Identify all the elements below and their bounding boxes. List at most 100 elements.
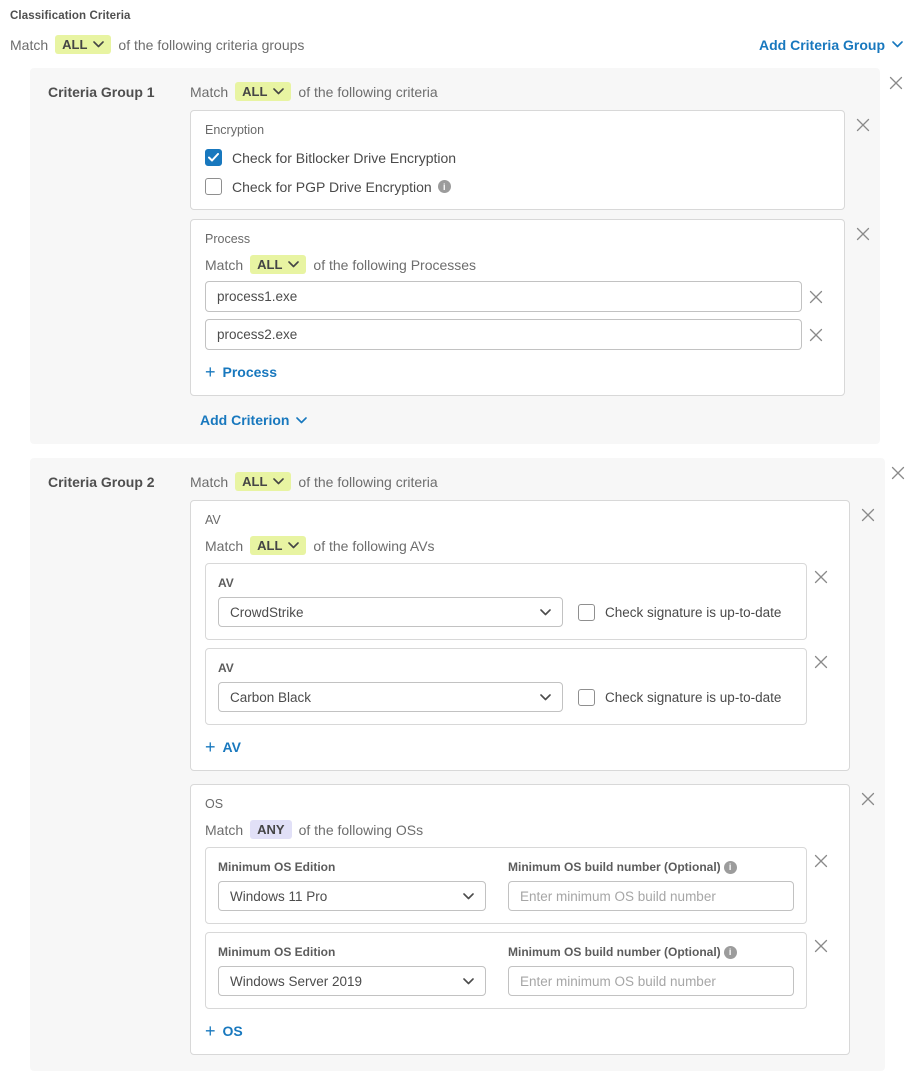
- os-label: OS: [205, 797, 835, 811]
- process-2-close-slot: [802, 326, 830, 344]
- group-1-match-line: Match ALL of the following criteria: [190, 82, 880, 101]
- info-icon[interactable]: i: [438, 180, 451, 193]
- match-suffix: of the following criteria: [298, 474, 437, 490]
- av-row-2-controls: Carbon Black Check signature is up-to-da…: [218, 675, 794, 712]
- os-edition-select-2[interactable]: Windows Server 2019: [218, 966, 486, 996]
- chevron-down-icon: [463, 978, 474, 985]
- av-row-1-box: AV CrowdStrike: [205, 563, 807, 640]
- encryption-criterion-row: Encryption Check for Bitlocker Drive Enc…: [190, 110, 880, 210]
- av-2-signature-checkbox[interactable]: [578, 689, 595, 706]
- pgp-checkbox-label: Check for PGP Drive Encryption i: [232, 179, 451, 195]
- info-icon[interactable]: i: [724, 861, 737, 874]
- check-icon: [208, 153, 219, 162]
- av-1-signature-checkbox[interactable]: [578, 604, 595, 621]
- criteria-group-1-close-button[interactable]: [887, 74, 905, 92]
- bitlocker-checkbox-label: Check for Bitlocker Drive Encryption: [232, 150, 456, 166]
- os-edition-label: Minimum OS Edition: [218, 945, 335, 959]
- match-suffix: of the following Processes: [313, 257, 476, 273]
- os-edition-label: Minimum OS Edition: [218, 860, 335, 874]
- os-match-select[interactable]: ANY: [250, 820, 291, 839]
- os-build-label-text: Minimum OS build number (Optional): [508, 945, 721, 959]
- chevron-down-icon: [288, 542, 299, 549]
- bitlocker-checkbox[interactable]: [205, 149, 222, 166]
- av-field-label: AV: [218, 576, 234, 590]
- os-2-close-slot: [807, 932, 835, 955]
- pgp-checkbox-row: Check for PGP Drive Encryption i: [205, 178, 830, 195]
- process-criterion-box: Process Match ALL of the following Proce…: [190, 219, 845, 396]
- criteria-group-1-content: Match ALL of the following criteria Encr…: [190, 82, 880, 428]
- av-select-1[interactable]: CrowdStrike: [218, 597, 563, 627]
- os-build-label-text: Minimum OS build number (Optional): [508, 860, 721, 874]
- os-row-1: Minimum OS Edition Windows 11 Pro: [205, 847, 835, 924]
- add-process-button[interactable]: + Process: [205, 364, 277, 380]
- group-1-match-select[interactable]: ALL: [235, 82, 291, 101]
- info-icon[interactable]: i: [724, 946, 737, 959]
- av-criterion-close-button[interactable]: [859, 506, 877, 524]
- os-build-label: Minimum OS build number (Optional) i: [508, 860, 737, 874]
- av-select-2[interactable]: Carbon Black: [218, 682, 563, 712]
- criteria-group-1-row: Criteria Group 1 Match ALL of the follow…: [30, 68, 911, 444]
- groups-match-select[interactable]: ALL: [55, 35, 111, 54]
- os-build-label: Minimum OS build number (Optional) i: [508, 945, 737, 959]
- criteria-group-2-row: Criteria Group 2 Match ALL of the follow…: [30, 458, 911, 1071]
- process-input-row-2: [205, 319, 830, 350]
- add-criterion-button[interactable]: Add Criterion: [200, 412, 307, 428]
- match-label: Match: [10, 37, 48, 53]
- process-label: Process: [205, 232, 830, 246]
- close-icon: [891, 466, 905, 480]
- pgp-checkbox-text: Check for PGP Drive Encryption: [232, 179, 432, 195]
- close-icon: [814, 854, 828, 868]
- match-value: ALL: [242, 84, 267, 99]
- av-select-1-wrap: CrowdStrike: [218, 590, 563, 627]
- process-2-remove-button[interactable]: [807, 326, 825, 344]
- add-process-label: Process: [223, 364, 277, 380]
- process-close-slot: [845, 219, 880, 243]
- chevron-down-icon: [463, 893, 474, 900]
- chevron-down-icon: [540, 609, 551, 616]
- chevron-down-icon: [273, 88, 284, 95]
- av-row-2: AV Carbon Black: [205, 648, 835, 725]
- match-suffix: of the following criteria groups: [118, 37, 304, 53]
- os-criterion-box: OS Match ANY of the following OSs: [190, 784, 850, 1055]
- os-build-input-2[interactable]: [508, 966, 794, 996]
- group-2-match-line: Match ALL of the following criteria: [190, 472, 885, 491]
- group-2-match-select[interactable]: ALL: [235, 472, 291, 491]
- close-icon: [809, 290, 823, 304]
- pgp-checkbox[interactable]: [205, 178, 222, 195]
- process-match-line: Match ALL of the following Processes: [205, 255, 830, 274]
- process-input-1[interactable]: [205, 281, 802, 312]
- av-row-2-remove-button[interactable]: [812, 653, 830, 671]
- os-edition-2-value: Windows Server 2019: [230, 974, 362, 989]
- match-label: Match: [190, 84, 228, 100]
- encryption-criterion-close-button[interactable]: [854, 116, 872, 134]
- add-criteria-group-button[interactable]: Add Criteria Group: [759, 37, 903, 53]
- os-row-2-remove-button[interactable]: [812, 937, 830, 955]
- match-label: Match: [190, 474, 228, 490]
- add-av-row: + AV: [205, 739, 835, 756]
- criteria-group-2-close-button[interactable]: [889, 464, 907, 482]
- av-field-label: AV: [218, 661, 234, 675]
- av-match-line: Match ALL of the following AVs: [205, 536, 835, 555]
- match-label: Match: [205, 257, 243, 273]
- os-row-1-remove-button[interactable]: [812, 852, 830, 870]
- process-1-close-slot: [802, 288, 830, 306]
- os-criterion-close-button[interactable]: [859, 790, 877, 808]
- add-os-button[interactable]: + OS: [205, 1023, 243, 1039]
- process-criterion-close-button[interactable]: [854, 225, 872, 243]
- page-title: Classification Criteria: [10, 10, 911, 22]
- add-av-button[interactable]: + AV: [205, 739, 241, 755]
- av-row-1-remove-button[interactable]: [812, 568, 830, 586]
- av-1-signature-label: Check signature is up-to-date: [605, 605, 781, 620]
- os-build-input-1[interactable]: [508, 881, 794, 911]
- os-edition-1-value: Windows 11 Pro: [230, 889, 327, 904]
- match-value: ANY: [257, 822, 284, 837]
- process-match-select[interactable]: ALL: [250, 255, 306, 274]
- close-icon: [814, 939, 828, 953]
- encryption-criterion-box: Encryption Check for Bitlocker Drive Enc…: [190, 110, 845, 210]
- os-edition-select-1[interactable]: Windows 11 Pro: [218, 881, 486, 911]
- close-icon: [814, 655, 828, 669]
- process-input-2[interactable]: [205, 319, 802, 350]
- match-suffix: of the following AVs: [313, 538, 434, 554]
- av-match-select[interactable]: ALL: [250, 536, 306, 555]
- process-1-remove-button[interactable]: [807, 288, 825, 306]
